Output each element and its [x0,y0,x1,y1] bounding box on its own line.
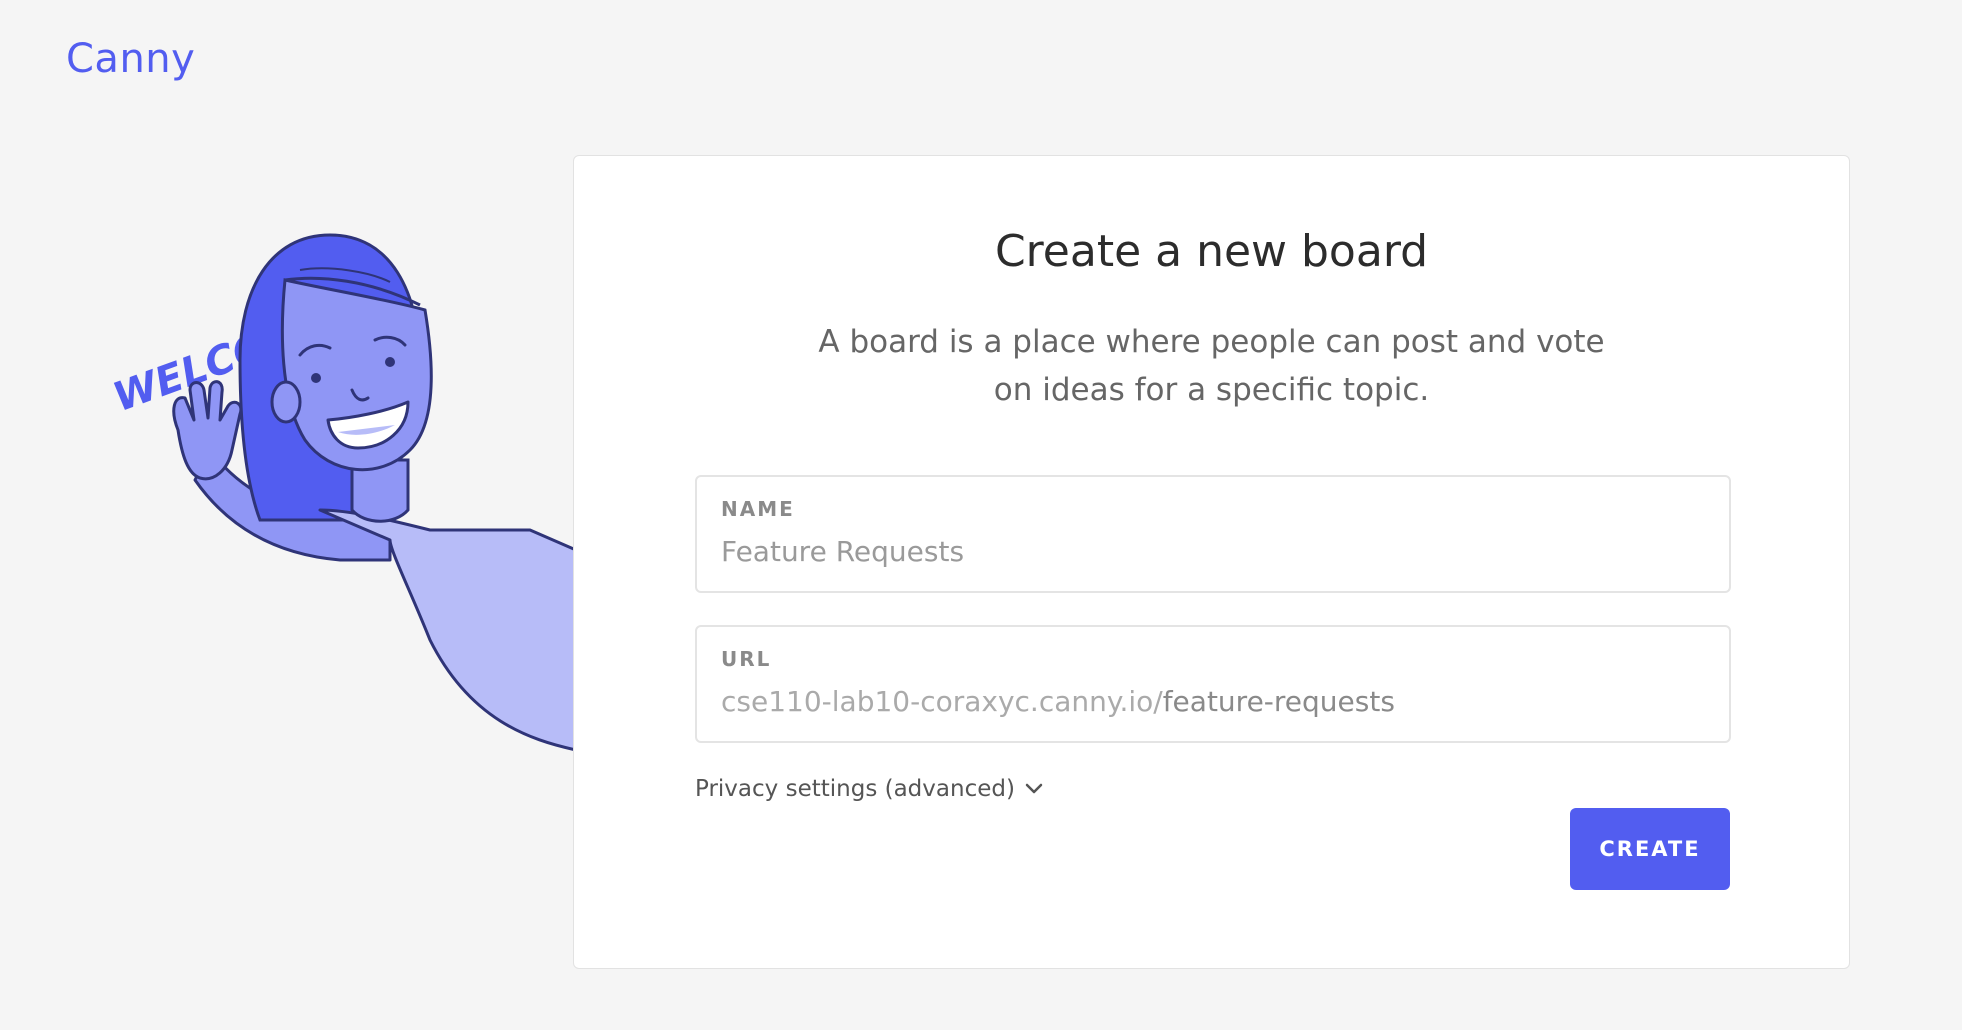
card-description: A board is a place where people can post… [764,318,1659,414]
name-field[interactable]: NAME [695,475,1731,593]
description-line-1: A board is a place where people can post… [818,324,1605,360]
url-field-label: URL [721,647,772,671]
privacy-settings-toggle[interactable]: Privacy settings (advanced) [695,776,1043,802]
description-line-2: on ideas for a specific topic. [993,372,1430,408]
url-input[interactable]: cse110-lab10-coraxyc.canny.io/feature-re… [721,685,1395,718]
create-button[interactable]: CREATE [1570,808,1730,890]
privacy-settings-label: Privacy settings (advanced) [695,776,1015,802]
waving-person-illustration: WELCOME! [107,233,576,752]
page-title: Create a new board [994,226,1429,277]
url-prefix: cse110-lab10-coraxyc.canny.io/ [721,685,1163,718]
canny-logo[interactable]: Canny [66,36,195,82]
url-slug[interactable]: feature-requests [1163,685,1395,718]
chevron-down-icon [1025,783,1043,795]
name-input[interactable] [721,535,1701,568]
name-field-label: NAME [721,497,795,521]
create-board-card: Create a new board A board is a place wh… [573,155,1850,969]
url-field[interactable]: URL cse110-lab10-coraxyc.canny.io/featur… [695,625,1731,743]
